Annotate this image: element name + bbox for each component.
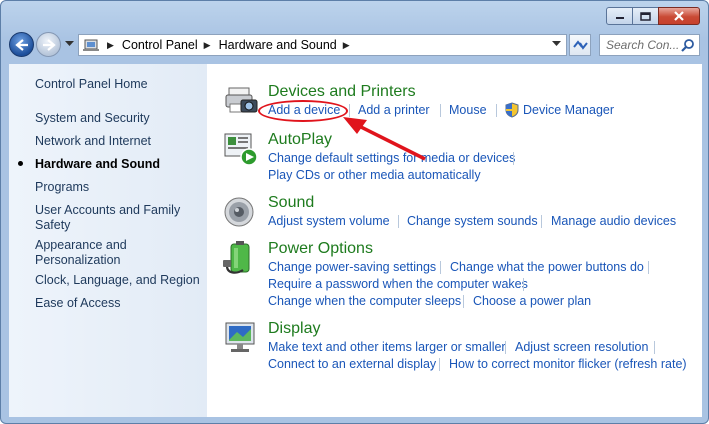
manage-audio-devices-link[interactable]: Manage audio devices [551,214,676,228]
printer-camera-icon[interactable] [223,82,259,118]
search-input[interactable] [606,38,684,52]
close-button[interactable] [658,7,700,25]
recent-pages-dropdown-icon[interactable] [65,41,74,47]
task-separator [496,104,497,117]
monitor-icon[interactable] [223,320,259,356]
connect-external-display-link[interactable]: Connect to an external display [268,357,436,371]
window-frame: ▶ Control Panel ▶ Hardware and Sound ▶ C… [0,0,709,424]
minimize-icon [615,17,624,19]
breadcrumb-control-panel[interactable]: Control Panel [122,38,198,52]
refresh-button[interactable] [569,34,591,56]
display-title[interactable]: Display [268,320,320,338]
sidebar: Control Panel Home System and Security N… [9,64,207,417]
sidebar-item-user-accounts[interactable]: User Accounts and Family Safety [35,203,185,233]
sidebar-item-ease-of-access[interactable]: Ease of Access [35,296,120,311]
sidebar-item-appearance[interactable]: Appearance and Personalization [35,238,145,268]
device-manager-link[interactable]: Device Manager [523,103,614,117]
search-box[interactable] [599,34,700,56]
address-dropdown-icon[interactable] [552,41,561,47]
make-text-larger-link[interactable]: Make text and other items larger or smal… [268,340,506,354]
change-default-settings-link[interactable]: Change default settings for media or dev… [268,151,515,165]
breadcrumb-separator: ▶ [107,39,114,50]
require-password-link[interactable]: Require a password when the computer wak… [268,277,528,291]
control-panel-icon [83,39,99,51]
adjust-resolution-link[interactable]: Adjust screen resolution [515,340,648,354]
forward-button[interactable] [36,32,61,57]
minimize-button[interactable] [606,7,633,25]
task-separator [440,104,441,117]
task-separator [648,261,649,274]
task-separator [523,278,524,291]
refresh-icon [573,40,588,50]
breadcrumb-hardware-and-sound[interactable]: Hardware and Sound [219,38,337,52]
play-cds-link[interactable]: Play CDs or other media automatically [268,168,481,182]
autoplay-title[interactable]: AutoPlay [268,131,332,149]
sound-title[interactable]: Sound [268,194,314,212]
add-a-device-link[interactable]: Add a device [268,103,340,117]
back-button[interactable] [9,32,34,57]
arrow-right-icon [42,38,56,51]
caption-buttons [606,7,700,25]
sidebar-control-panel-home[interactable]: Control Panel Home [35,77,148,92]
speaker-icon[interactable] [223,194,259,230]
task-separator [349,104,350,117]
breadcrumb-separator[interactable]: ▶ [204,40,211,51]
maximize-button[interactable] [632,7,659,25]
sidebar-item-clock-language[interactable]: Clock, Language, and Region [35,273,200,288]
mouse-link[interactable]: Mouse [449,103,487,117]
task-separator [439,358,440,371]
adjust-system-volume-link[interactable]: Adjust system volume [268,214,390,228]
task-separator [505,341,506,354]
address-bar[interactable]: ▶ Control Panel ▶ Hardware and Sound ▶ [78,34,567,56]
change-sleep-link[interactable]: Change when the computer sleeps [268,294,461,308]
monitor-flicker-link[interactable]: How to correct monitor flicker (refresh … [449,357,687,371]
breadcrumb-separator[interactable]: ▶ [343,40,350,51]
task-separator [513,152,514,165]
task-separator [541,215,542,228]
sidebar-item-system-security[interactable]: System and Security [35,111,150,126]
task-separator [398,215,399,228]
sidebar-item-network-internet[interactable]: Network and Internet [35,134,151,149]
task-separator [463,295,464,308]
sidebar-item-hardware-sound[interactable]: Hardware and Sound [35,157,160,172]
close-icon [674,11,684,21]
active-bullet [18,161,23,166]
choose-power-plan-link[interactable]: Choose a power plan [473,294,591,308]
battery-plug-icon[interactable] [223,240,259,276]
shield-icon [505,102,519,118]
add-a-printer-link[interactable]: Add a printer [358,103,430,117]
arrow-left-icon [14,38,28,51]
task-separator [654,341,655,354]
change-system-sounds-link[interactable]: Change system sounds [407,214,538,228]
main-content: Devices and Printers Add a device Add a … [207,64,702,417]
search-icon[interactable] [681,38,695,52]
change-power-buttons-link[interactable]: Change what the power buttons do [450,260,644,274]
autoplay-icon[interactable] [223,130,259,166]
change-power-saving-link[interactable]: Change power-saving settings [268,260,436,274]
sidebar-item-programs[interactable]: Programs [35,180,89,195]
maximize-icon [640,11,651,21]
task-separator [440,261,441,274]
power-options-title[interactable]: Power Options [268,240,373,258]
devices-and-printers-title[interactable]: Devices and Printers [268,83,416,101]
